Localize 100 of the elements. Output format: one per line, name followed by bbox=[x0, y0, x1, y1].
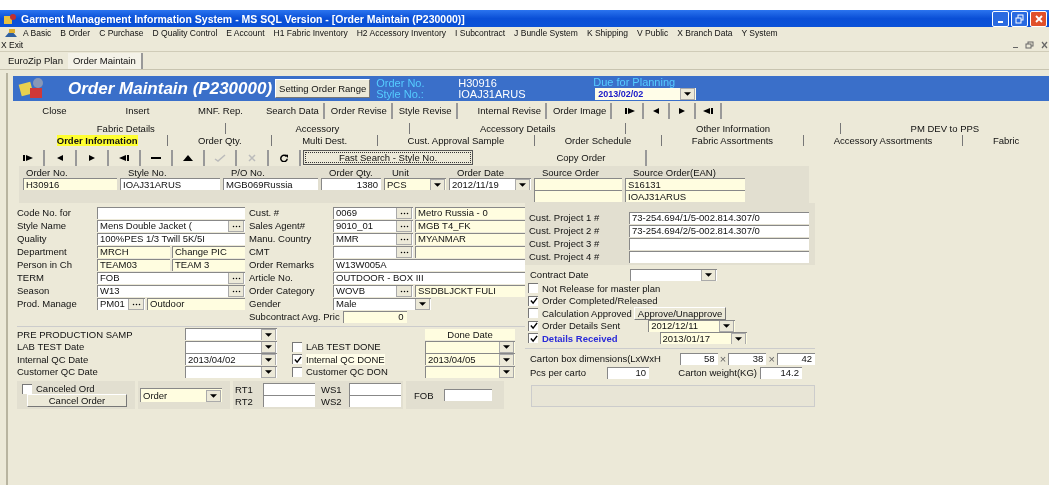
setting-order-range-button[interactable]: Setting Order Range bbox=[275, 79, 371, 98]
menu-item[interactable]: Y System bbox=[741, 28, 778, 38]
text-field[interactable]: MYANMAR bbox=[415, 232, 525, 245]
menu-item[interactable]: J Bundle System bbox=[514, 28, 578, 38]
menu-item[interactable]: H1 Fabric Inventory bbox=[273, 28, 348, 38]
menu-item[interactable]: A Basic bbox=[23, 28, 52, 38]
dropdown-button[interactable] bbox=[206, 389, 221, 402]
lookup-field[interactable]: WOVB bbox=[333, 284, 413, 297]
tab[interactable]: Accessory bbox=[225, 122, 411, 134]
dropdown-button[interactable] bbox=[499, 341, 514, 353]
dropdown-button[interactable] bbox=[261, 341, 276, 353]
dropdown-button[interactable] bbox=[499, 354, 514, 366]
tab[interactable]: PM DEV to PPS bbox=[840, 122, 1049, 134]
text-field[interactable] bbox=[349, 395, 401, 407]
fast-search-button[interactable]: Fast Search - Style No. bbox=[303, 150, 473, 165]
lookup-field[interactable]: Mens Double Jacket ( bbox=[97, 219, 245, 232]
tab[interactable]: Fabric bbox=[963, 134, 1049, 146]
dropdown-button[interactable] bbox=[515, 179, 530, 190]
dropdown-field[interactable]: Male bbox=[333, 297, 431, 310]
dropdown-button[interactable] bbox=[680, 88, 696, 100]
number-field[interactable]: 38 bbox=[728, 352, 767, 365]
close-icon[interactable] bbox=[1039, 41, 1049, 49]
approve-button[interactable]: Approve/Unapprove bbox=[633, 306, 727, 320]
menu-item[interactable]: D Quality Control bbox=[152, 28, 218, 38]
checkbox[interactable] bbox=[292, 341, 302, 352]
date-field[interactable] bbox=[425, 365, 515, 378]
checkbox[interactable] bbox=[528, 308, 538, 319]
text-field[interactable]: OUTDOOR - BOX III bbox=[333, 271, 525, 284]
text-field[interactable]: W13W005A bbox=[333, 258, 525, 271]
tab[interactable]: Multi Dest. bbox=[272, 134, 378, 146]
checkbox[interactable] bbox=[292, 354, 302, 365]
text-field[interactable]: Outdoor bbox=[147, 297, 245, 310]
checkbox[interactable] bbox=[528, 295, 538, 306]
tab[interactable]: Cust. Approval Sample bbox=[377, 134, 535, 146]
browse-button[interactable] bbox=[396, 220, 412, 232]
browse-button[interactable] bbox=[396, 233, 412, 245]
menu-item[interactable]: I Subcontract bbox=[455, 28, 506, 38]
date-field[interactable]: 2013/01/17 bbox=[659, 332, 747, 345]
tab[interactable]: Fabric Details bbox=[27, 122, 226, 134]
browse-button[interactable] bbox=[396, 207, 412, 219]
text-field[interactable]: Metro Russia - 0 bbox=[415, 206, 525, 219]
restore-icon[interactable] bbox=[1025, 41, 1035, 49]
checkbox[interactable] bbox=[528, 320, 538, 331]
tab[interactable]: Accessory Assortments bbox=[803, 134, 964, 146]
checkbox[interactable] bbox=[22, 383, 32, 394]
checkbox[interactable] bbox=[528, 283, 538, 294]
number-field[interactable]: 0 bbox=[342, 310, 407, 323]
tab[interactable]: Accessory Details bbox=[410, 122, 627, 134]
number-field[interactable]: 1380 bbox=[321, 178, 381, 190]
browse-button[interactable] bbox=[228, 285, 244, 297]
number-field[interactable]: 42 bbox=[777, 352, 816, 365]
dropdown-field[interactable]: Order bbox=[140, 388, 222, 402]
document-tab[interactable]: Order Maintain bbox=[67, 52, 143, 69]
menu-item[interactable]: X Exit bbox=[1, 40, 24, 50]
document-tab[interactable]: EuroZip Plan bbox=[3, 52, 68, 69]
cancel-order-button[interactable]: Cancel Order bbox=[27, 394, 127, 407]
number-field[interactable]: 14.2 bbox=[760, 366, 802, 379]
dropdown-button[interactable] bbox=[430, 179, 445, 190]
date-field[interactable] bbox=[185, 328, 277, 341]
restore-button[interactable] bbox=[1011, 10, 1028, 27]
browse-button[interactable] bbox=[128, 298, 144, 310]
number-field[interactable]: 58 bbox=[679, 352, 718, 365]
lookup-field[interactable] bbox=[333, 245, 413, 258]
date-field[interactable] bbox=[630, 268, 717, 281]
text-field[interactable]: IOAJ31ARUS bbox=[625, 190, 745, 202]
text-field[interactable]: MGB069Russia bbox=[223, 178, 318, 190]
menu-item[interactable]: K Shipping bbox=[586, 28, 628, 38]
menu-item[interactable]: B Order bbox=[60, 28, 91, 38]
due-date-field[interactable]: 2013/02/02 bbox=[595, 88, 697, 100]
lookup-field[interactable]: 9010_01 bbox=[333, 219, 413, 232]
text-field[interactable]: S16131 bbox=[625, 178, 745, 190]
checkbox[interactable] bbox=[528, 333, 538, 344]
text-field[interactable] bbox=[349, 383, 401, 395]
text-field[interactable] bbox=[97, 206, 245, 219]
dropdown-field[interactable]: PCS bbox=[384, 178, 446, 190]
text-field[interactable]: 73-254.694/1/5-002.814.307/0 bbox=[629, 211, 809, 224]
text-field[interactable] bbox=[263, 383, 315, 395]
text-field[interactable]: MGB T4_FK bbox=[415, 219, 525, 232]
text-field[interactable]: SSDBLJCKT FULI bbox=[415, 284, 525, 297]
browse-button[interactable] bbox=[228, 272, 244, 284]
tab[interactable]: Other Information bbox=[626, 122, 841, 134]
text-field[interactable]: TEAM 3 bbox=[172, 258, 245, 271]
menu-item[interactable]: C Purchase bbox=[99, 28, 144, 38]
text-field[interactable]: Change PIC bbox=[172, 245, 245, 258]
text-field[interactable]: H30916 bbox=[23, 178, 117, 190]
close-button[interactable] bbox=[1030, 10, 1047, 27]
date-field[interactable]: 2013/04/02 bbox=[185, 353, 277, 366]
number-field[interactable]: 10 bbox=[607, 366, 649, 379]
text-field[interactable] bbox=[415, 245, 525, 258]
lookup-field[interactable]: MMR bbox=[333, 232, 413, 245]
text-field[interactable] bbox=[534, 178, 622, 190]
date-field[interactable] bbox=[185, 365, 277, 378]
lookup-field[interactable]: 0069 bbox=[333, 206, 413, 219]
menu-item[interactable]: X Branch Data bbox=[677, 28, 733, 38]
dropdown-button[interactable] bbox=[719, 320, 735, 332]
browse-button[interactable] bbox=[228, 220, 244, 232]
browse-button[interactable] bbox=[396, 246, 412, 258]
dropdown-field[interactable]: 2012/11/19 bbox=[449, 178, 531, 190]
lookup-field[interactable]: W13 bbox=[97, 284, 245, 297]
minimize-button[interactable] bbox=[992, 10, 1009, 27]
